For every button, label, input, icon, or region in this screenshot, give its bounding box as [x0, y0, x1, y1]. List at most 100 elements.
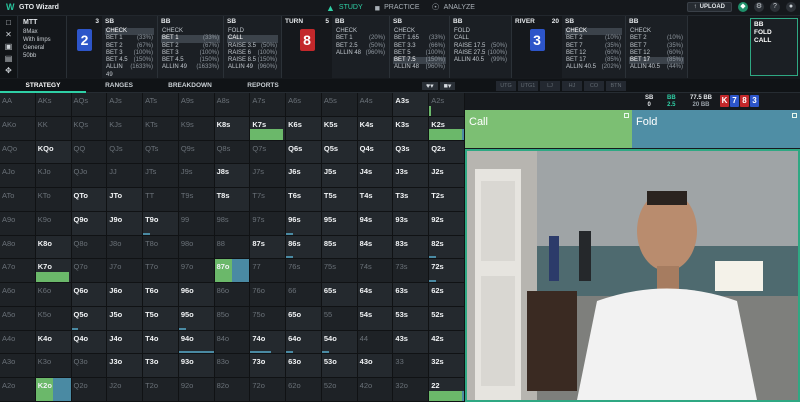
hand-cell[interactable]: Q3s: [393, 140, 430, 165]
position-utg1[interactable]: UTG1: [518, 81, 538, 91]
hand-cell[interactable]: Q6o: [71, 283, 108, 307]
hand-cell[interactable]: 87o: [214, 259, 251, 284]
move-icon[interactable]: ✥: [5, 66, 12, 75]
action-option[interactable]: BET 7 (35%): [565, 43, 622, 50]
hand-cell[interactable]: 83o: [214, 354, 251, 379]
position-hj[interactable]: HJ: [562, 81, 582, 91]
action-call[interactable]: Call: [465, 110, 632, 148]
action-option[interactable]: ALLIN 48 (960%): [335, 50, 386, 57]
action-fold[interactable]: Fold: [632, 110, 800, 148]
hand-cell[interactable]: J3s: [393, 164, 430, 189]
hand-cell[interactable]: K7o: [35, 259, 72, 284]
hand-cell[interactable]: Q6s: [286, 140, 322, 165]
hand-cell[interactable]: K6o: [35, 283, 72, 307]
action-option[interactable]: BET 3 (100%): [105, 50, 154, 57]
hand-cell[interactable]: QJo: [71, 164, 108, 189]
hand-cell[interactable]: 43o: [357, 354, 394, 379]
hand-cell[interactable]: KQs: [71, 116, 108, 141]
hand-cell[interactable]: Q3o: [71, 354, 108, 379]
hand-cell[interactable]: T5o: [143, 306, 179, 331]
hand-cell[interactable]: 93o: [178, 354, 215, 379]
hand-cell[interactable]: 65s: [321, 283, 358, 307]
action-option[interactable]: BET 7 (35%): [629, 43, 684, 50]
hand-cell[interactable]: 92s: [429, 211, 465, 236]
hand-cell[interactable]: 65o: [286, 306, 322, 331]
action-option[interactable]: BET 2 (10%): [565, 35, 622, 42]
position-co[interactable]: CO: [584, 81, 604, 91]
hand-cell[interactable]: JJ: [107, 164, 144, 189]
hand-cell[interactable]: KTs: [143, 116, 179, 141]
hand-cell[interactable]: AJo: [0, 164, 36, 189]
action-option[interactable]: ALLIN 40.5 (44%): [629, 64, 684, 71]
hand-cell[interactable]: 88: [214, 235, 251, 260]
action-option[interactable]: RAISE 6 (100%): [227, 50, 278, 57]
hand-cell[interactable]: J7o: [107, 259, 144, 284]
hand-cell[interactable]: A4s: [357, 93, 394, 117]
action-option[interactable]: ALLIN 49 (960%): [227, 64, 278, 71]
action-option[interactable]: BET 4.5 (150%): [161, 57, 220, 64]
hand-cell[interactable]: 92o: [178, 378, 215, 402]
hand-cell[interactable]: 63s: [393, 283, 430, 307]
hand-cell[interactable]: 94o: [178, 330, 215, 355]
hand-cell[interactable]: T8o: [143, 235, 179, 260]
hand-cell[interactable]: 74o: [250, 330, 287, 355]
hand-cell[interactable]: A3o: [0, 354, 36, 379]
hand-cell[interactable]: QTo: [71, 188, 108, 212]
action-option[interactable]: BET 5 (100%): [393, 50, 446, 57]
hand-cell[interactable]: 85o: [214, 306, 251, 331]
action-option[interactable]: BET 17 (85%): [565, 57, 622, 64]
hand-cell[interactable]: 72s: [429, 259, 465, 284]
hand-cell[interactable]: AKs: [35, 93, 72, 117]
action-option[interactable]: ALLIN 49 (1633%): [161, 64, 220, 71]
action-option[interactable]: BET 2 (10%): [629, 35, 684, 42]
hand-cell[interactable]: Q7s: [250, 140, 287, 165]
hand-cell[interactable]: Q9o: [71, 211, 108, 236]
action-option[interactable]: BET 2.5 (50%): [335, 43, 386, 50]
bookmark-icon[interactable]: □: [6, 18, 11, 27]
hand-cell[interactable]: T3o: [143, 354, 179, 379]
hand-cell[interactable]: 98o: [178, 235, 215, 260]
hand-cell[interactable]: 44: [357, 330, 394, 355]
hand-cell[interactable]: JTs: [143, 164, 179, 189]
tab-reports[interactable]: REPORTS: [228, 82, 298, 89]
action-option[interactable]: BET 12 (60%): [629, 50, 684, 57]
hand-cell[interactable]: 64o: [286, 330, 322, 355]
hand-cell[interactable]: 64s: [357, 283, 394, 307]
hand-cell[interactable]: 97o: [178, 259, 215, 284]
hand-cell[interactable]: K5s: [321, 116, 358, 141]
hand-cell[interactable]: J9o: [107, 211, 144, 236]
folder-icon[interactable]: ▤: [5, 54, 13, 63]
action-option[interactable]: CALL: [227, 35, 278, 43]
hand-cell[interactable]: 96s: [286, 211, 322, 236]
game-settings[interactable]: MTT 8Max With limps General 50bb: [19, 16, 67, 78]
save-icon[interactable]: ▣: [5, 42, 13, 51]
hand-cell[interactable]: 33: [393, 354, 430, 379]
action-option[interactable]: RAISE 17.5 (50%): [453, 43, 508, 50]
action-option[interactable]: RAISE 27.5 (100%): [453, 50, 508, 57]
hand-cell[interactable]: K2o: [35, 378, 72, 402]
hand-cell[interactable]: T4o: [143, 330, 179, 355]
hand-cell[interactable]: KJo: [35, 164, 72, 189]
hand-cell[interactable]: 84o: [214, 330, 251, 355]
hand-cell[interactable]: 76o: [250, 283, 287, 307]
action-option[interactable]: CHECK: [335, 28, 386, 35]
nav-analyze[interactable]: ☉ ANALYZE: [426, 0, 481, 16]
nav-study[interactable]: ▲ STUDY: [320, 0, 369, 16]
hand-cell[interactable]: Q7o: [71, 259, 108, 284]
hand-cell[interactable]: K7s: [250, 116, 287, 141]
hand-cell[interactable]: J9s: [178, 164, 215, 189]
hand-cell[interactable]: 82s: [429, 235, 465, 260]
hand-cell[interactable]: 73s: [393, 259, 430, 284]
hand-cell[interactable]: K5o: [35, 306, 72, 331]
hand-cell[interactable]: A2s: [429, 93, 465, 117]
hand-cell[interactable]: J2s: [429, 164, 465, 189]
hand-cell[interactable]: Q9s: [178, 140, 215, 165]
hand-cell[interactable]: K3s: [393, 116, 430, 141]
hand-cell[interactable]: Q8o: [71, 235, 108, 260]
hand-cell[interactable]: AKo: [0, 116, 36, 141]
hand-cell[interactable]: 77: [250, 259, 287, 284]
hand-cell[interactable]: T2o: [143, 378, 179, 402]
hand-cell[interactable]: 95s: [321, 211, 358, 236]
nav-practice[interactable]: ■ PRACTICE: [369, 0, 426, 16]
action-option[interactable]: BET 2 (67%): [105, 43, 154, 50]
